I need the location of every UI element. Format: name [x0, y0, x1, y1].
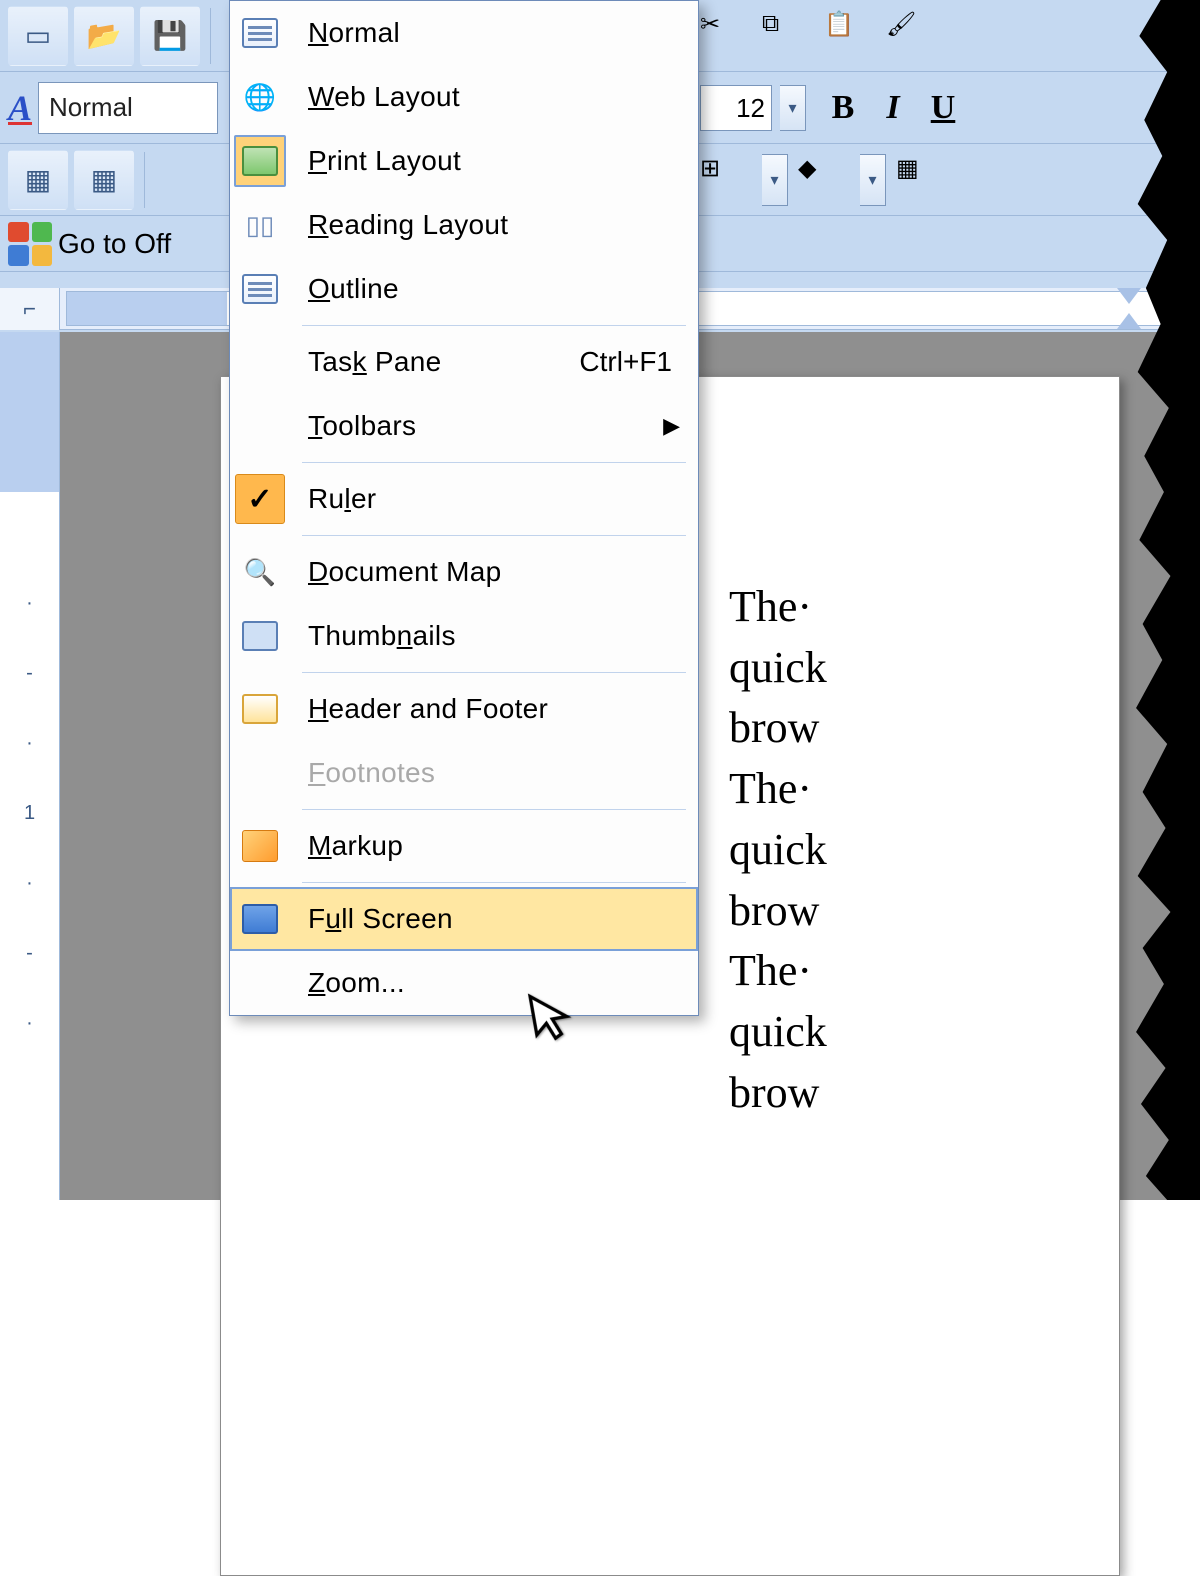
markup-icon: [242, 830, 278, 862]
right-indent-marker-top[interactable]: [1117, 288, 1141, 304]
insert-table-button[interactable]: ▦: [74, 150, 134, 210]
bucket-icon: ◆: [798, 155, 816, 182]
outline-icon: [242, 274, 278, 304]
clipboard-toolbar-right: ✂ ⧉ 📋 🖌: [700, 0, 938, 72]
copy-icon: ⧉: [762, 10, 779, 37]
new-doc-button[interactable]: ▭: [8, 6, 68, 66]
grid-dropdown[interactable]: ▾: [762, 154, 788, 206]
office-logo-icon: [8, 222, 52, 266]
word-2003-window: ▭ 📂 💾 A Normal ▦ ▦ Go to Off 12 ▾ B I U …: [0, 0, 1200, 1200]
borders-icon: ▦: [896, 155, 919, 182]
ruler-tick: ·: [26, 592, 33, 615]
fill-color-button[interactable]: ◆: [798, 154, 850, 206]
open-button[interactable]: 📂: [74, 6, 134, 66]
copy-button[interactable]: ⧉: [762, 10, 814, 62]
styles-aa-icon[interactable]: A: [8, 87, 32, 129]
vertical-ruler[interactable]: · - · 1 · - ·: [0, 332, 60, 1200]
folder-open-icon: 📂: [87, 19, 122, 52]
cut-button[interactable]: ✂: [700, 10, 752, 62]
reading-layout-icon: ▯▯: [246, 210, 275, 241]
menu-separator: [302, 535, 686, 536]
menu-item-web-layout[interactable]: 🌐 Web Layout: [230, 65, 698, 129]
checkmark-icon: ✓: [247, 482, 272, 517]
menu-item-document-map[interactable]: 🔍 Document Map: [230, 540, 698, 604]
ruler-tick: -: [26, 662, 33, 685]
underline-button[interactable]: U: [922, 89, 964, 127]
paste-button[interactable]: 📋: [824, 10, 876, 62]
new-doc-icon: ▭: [25, 19, 51, 52]
menu-item-zoom[interactable]: Zoom...: [230, 951, 698, 1015]
table-pencil-icon: ▦: [25, 163, 51, 196]
floppy-icon: 💾: [153, 19, 188, 52]
paintbrush-icon: 🖌: [886, 11, 916, 38]
print-layout-icon: [242, 146, 278, 176]
menu-item-header-footer[interactable]: Header and Footer: [230, 677, 698, 741]
menu-item-outline[interactable]: Outline: [230, 257, 698, 321]
menu-item-normal[interactable]: NNormalormal: [230, 1, 698, 65]
menu-item-footnotes: Footnotes: [230, 741, 698, 805]
document-map-icon: 🔍: [244, 557, 276, 588]
fill-dropdown[interactable]: ▾: [860, 154, 886, 206]
header-footer-icon: [242, 694, 278, 724]
menu-item-reading-layout[interactable]: ▯▯ Reading Layout: [230, 193, 698, 257]
vertical-ruler-margin: [0, 332, 59, 492]
goto-office-link[interactable]: Go to Off: [58, 228, 171, 260]
document-text[interactable]: The· quick brow The· quick brow The· qui…: [729, 577, 827, 1123]
borders-button[interactable]: ▦: [896, 154, 948, 206]
table-grid-icon: ▦: [91, 163, 117, 196]
menu-separator: [302, 809, 686, 810]
format-painter-button[interactable]: 🖌: [886, 10, 938, 62]
ruler-margin-area: [67, 292, 227, 325]
grid-icon: ⊞: [700, 155, 720, 182]
view-menu: NNormalormal 🌐 Web Layout Print Layout ▯…: [229, 0, 699, 1016]
menu-separator: [302, 672, 686, 673]
grid-layout-button[interactable]: ⊞: [700, 154, 752, 206]
menu-separator: [302, 462, 686, 463]
ruler-tick-1: 1: [24, 802, 35, 825]
scissors-icon: ✂: [700, 11, 720, 38]
ruler-tick: ·: [26, 1012, 33, 1035]
formatting-toolbar-right: 12 ▾ B I U: [700, 72, 964, 144]
font-size-dropdown[interactable]: ▾: [780, 85, 806, 131]
menu-item-ruler[interactable]: ✓ Ruler: [230, 467, 698, 531]
clipboard-icon: 📋: [824, 11, 854, 38]
draw-table-button[interactable]: ▦: [8, 150, 68, 210]
menu-item-full-screen[interactable]: Full Screen: [230, 887, 698, 951]
ruler-tick: -: [26, 942, 33, 965]
toolbar-separator: [210, 8, 211, 64]
web-layout-icon: 🌐: [244, 82, 276, 113]
menu-shortcut: Ctrl+F1: [579, 346, 698, 378]
toolbar-separator: [144, 152, 145, 208]
italic-button[interactable]: I: [872, 89, 914, 127]
font-size-box[interactable]: 12: [700, 85, 772, 131]
bold-button[interactable]: B: [822, 89, 864, 127]
save-button[interactable]: 💾: [140, 6, 200, 66]
full-screen-icon: [242, 904, 278, 934]
font-size-value: 12: [736, 93, 765, 124]
drawing-toolbar-right: ⊞ ▾ ◆ ▾ ▦: [700, 144, 948, 216]
thumbnails-icon: [242, 621, 278, 651]
style-selector-value: Normal: [49, 92, 133, 123]
ruler-tab-selector[interactable]: ⌐: [0, 288, 60, 330]
menu-separator: [302, 882, 686, 883]
menu-separator: [302, 325, 686, 326]
menu-item-thumbnails[interactable]: Thumbnails: [230, 604, 698, 668]
menu-item-task-pane[interactable]: Task Pane Ctrl+F1: [230, 330, 698, 394]
ruler-tick: ·: [26, 872, 33, 895]
normal-view-icon: [242, 18, 278, 48]
style-selector[interactable]: Normal: [38, 82, 218, 134]
right-indent-marker-bottom[interactable]: [1117, 313, 1141, 329]
ruler-tick: ·: [26, 732, 33, 755]
submenu-arrow-icon: ▶: [663, 413, 698, 439]
menu-item-markup[interactable]: Markup: [230, 814, 698, 878]
menu-item-toolbars[interactable]: Toolbars ▶: [230, 394, 698, 458]
menu-item-print-layout[interactable]: Print Layout: [230, 129, 698, 193]
